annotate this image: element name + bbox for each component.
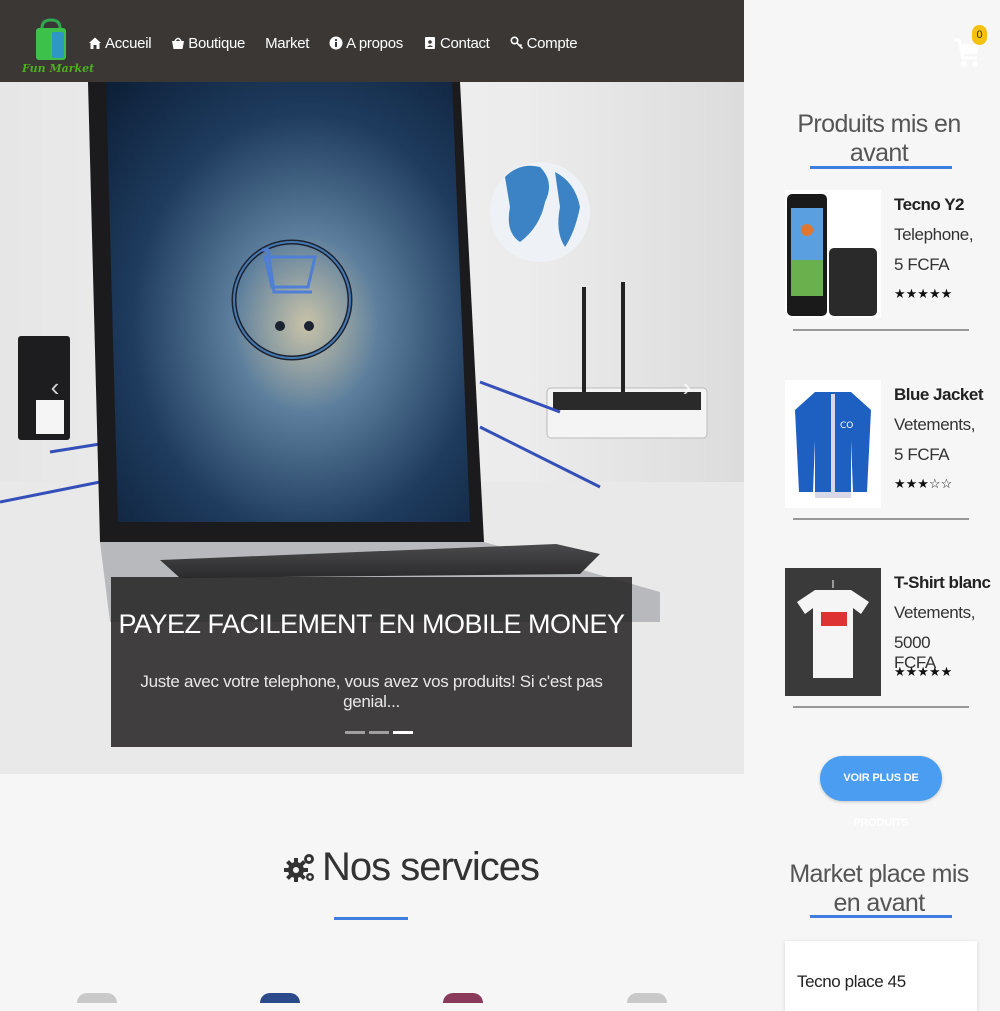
product-rating: ★★★★★ (894, 664, 953, 679)
carousel-caption: PAYEZ FACILEMENT EN MOBILE MONEY Juste a… (111, 577, 632, 747)
section-divider (810, 166, 952, 169)
product-name[interactable]: Blue Jacket (894, 385, 984, 405)
nav-item-compte[interactable]: Compte (510, 30, 578, 56)
featured-products-title: Produits mis en avant (797, 110, 961, 167)
basket-icon (172, 37, 185, 49)
section-divider (334, 917, 408, 920)
product-card[interactable]: Tecno Y2 Telephone, 5 FCFA ★★★★★ (785, 190, 975, 326)
product-image-phone (785, 190, 881, 318)
product-image-jacket: CO (785, 380, 881, 508)
nav-label: Boutique (188, 34, 246, 52)
brand-logo[interactable]: Fun Market (22, 18, 95, 82)
main-nav: Accueil Boutique Market A propos Contact… (88, 30, 597, 56)
product-price: 5 FCFA (894, 445, 950, 464)
product-category: Vetements, (894, 415, 976, 434)
marketplace-card[interactable]: Tecno place 45 (785, 941, 977, 1011)
product-rating: ★★★☆☆ (894, 476, 953, 491)
home-icon (89, 37, 101, 49)
service-image (260, 993, 300, 1003)
see-more-products-button[interactable]: VOIR PLUS DE PRODUITS (820, 756, 942, 829)
navbar: Fun Market Accueil Boutique Market A pro… (0, 0, 744, 82)
carousel-subtitle: Juste avec votre telephone, vous avez vo… (140, 672, 603, 711)
product-price: 5 FCFA (894, 255, 950, 274)
nav-item-a-propos[interactable]: A propos (329, 30, 403, 56)
product-card[interactable]: T-Shirt blanc Vetements, 5000 FCFA ★★★★★ (785, 568, 991, 704)
product-name[interactable]: T-Shirt blanc (894, 573, 991, 593)
carousel-prev-button[interactable]: ‹ (43, 367, 67, 407)
nav-item-contact[interactable]: Contact (423, 30, 490, 56)
product-divider (793, 518, 969, 520)
svg-text:CO: CO (840, 421, 853, 431)
info-icon (329, 36, 343, 50)
nav-item-market[interactable]: Market (265, 30, 309, 56)
product-card[interactable]: CO Blue Jacket Vetements, 5 FCFA ★★★☆☆ (785, 380, 984, 516)
nav-label: A propos (346, 34, 403, 52)
service-image (77, 993, 117, 1003)
nav-item-accueil[interactable]: Accueil (88, 30, 152, 56)
carousel-indicators (345, 731, 413, 734)
brand-name: Fun Market (22, 62, 95, 75)
service-image (627, 993, 667, 1003)
carousel-indicator[interactable] (369, 731, 389, 734)
carousel-title: PAYEZ FACILEMENT EN MOBILE MONEY (118, 609, 625, 639)
product-rating: ★★★★★ (894, 286, 953, 301)
nav-label: Market (265, 34, 310, 52)
product-category: Telephone, (894, 225, 974, 244)
key-icon (510, 36, 523, 50)
featured-marketplace-title: Market place mis en avant (789, 860, 969, 917)
contact-card-icon (424, 37, 435, 49)
gears-icon (284, 853, 314, 882)
product-name[interactable]: Tecno Y2 (894, 195, 965, 215)
carousel-next-button[interactable]: › (675, 367, 699, 407)
service-image (443, 993, 483, 1003)
nav-item-boutique[interactable]: Boutique (171, 30, 245, 56)
nav-label: Compte (526, 34, 578, 52)
hero-carousel: ‹ › PAYEZ FACILEMENT EN MOBILE MONEY Jus… (0, 82, 744, 774)
cart-button[interactable]: 0 (952, 25, 992, 72)
nav-label: Contact (439, 34, 490, 52)
product-image-tshirt (785, 568, 881, 696)
services-title: Nos services (322, 845, 540, 889)
product-divider (793, 329, 969, 331)
marketplace-name[interactable]: Tecno place 45 (797, 972, 906, 992)
carousel-indicator-active[interactable] (393, 731, 413, 734)
product-divider (793, 706, 969, 708)
product-category: Vetements, (894, 603, 976, 622)
cart-count-badge: 0 (972, 25, 987, 45)
services-heading: Nos services (284, 845, 540, 890)
section-divider (810, 915, 952, 918)
carousel-indicator[interactable] (345, 731, 365, 734)
nav-label: Accueil (105, 34, 152, 52)
shopping-bag-logo-icon (36, 18, 66, 60)
